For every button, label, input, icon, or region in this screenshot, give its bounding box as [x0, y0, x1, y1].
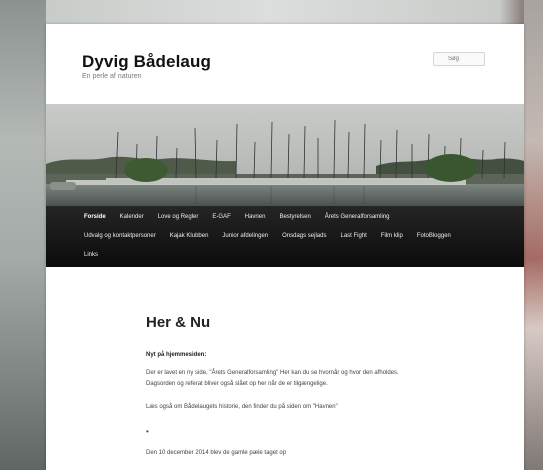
- background-left: [0, 0, 46, 470]
- nav-row-1: Forside Kalender Love og Regler E-GAF Ha…: [84, 210, 404, 224]
- nav-item-kajak-klubben[interactable]: Kajak Klubben: [170, 233, 209, 239]
- header-image: [46, 104, 524, 206]
- nav-row-2: Udvalg og kontaktpersoner Kajak Klubben …: [84, 229, 465, 243]
- news-subheading: Nyt på hjemmesiden:: [146, 352, 207, 358]
- paragraph-paele: Den 10 december 2014 blev de gamle pæle …: [146, 450, 287, 456]
- background-right: [524, 0, 543, 470]
- entry-title: Her & Nu: [146, 314, 211, 331]
- site-description: En perle af naturen: [82, 73, 142, 80]
- main-navigation: Forside Kalender Love og Regler E-GAF Ha…: [46, 206, 524, 267]
- page-container: Dyvig Bådelaug En perle af naturen Søg F…: [46, 24, 524, 470]
- paragraph-historie: Læs også om Bådelaugets historie, den fi…: [146, 404, 338, 410]
- nav-item-aarets-generalforsamling[interactable]: Årets Generalforsamling: [325, 214, 390, 220]
- nav-item-e-gaf[interactable]: E-GAF: [212, 214, 230, 220]
- nav-item-forside[interactable]: Forside: [84, 214, 106, 220]
- nav-item-havnen[interactable]: Havnen: [245, 214, 266, 220]
- nav-item-junior-afdelingen[interactable]: Junior afdelingen: [222, 233, 268, 239]
- nav-item-udvalg[interactable]: Udvalg og kontaktpersoner: [84, 233, 156, 239]
- bullet-mark: •: [146, 427, 149, 436]
- nav-item-kalender[interactable]: Kalender: [120, 214, 144, 220]
- nav-item-fotobloggen[interactable]: FotoBloggen: [417, 233, 451, 239]
- nav-row-3: Links: [84, 248, 112, 262]
- nav-item-onsdags-sejlads[interactable]: Onsdags sejlads: [282, 233, 326, 239]
- paragraph-generalforsamling: Der er lavet en ny side, "Årets Generalf…: [146, 370, 399, 387]
- site-title[interactable]: Dyvig Bådelaug: [82, 52, 211, 72]
- nav-item-bestyrelsen[interactable]: Bestyrelsen: [279, 214, 310, 220]
- nav-item-love-og-regler[interactable]: Love og Regler: [158, 214, 199, 220]
- nav-item-links[interactable]: Links: [84, 252, 98, 258]
- nav-item-last-fight[interactable]: Last Fight: [340, 233, 366, 239]
- nav-item-film-klip[interactable]: Film klip: [381, 233, 403, 239]
- search-input[interactable]: [433, 52, 485, 66]
- article: Her & Nu Nyt på hjemmesiden: Der er lave…: [146, 314, 416, 456]
